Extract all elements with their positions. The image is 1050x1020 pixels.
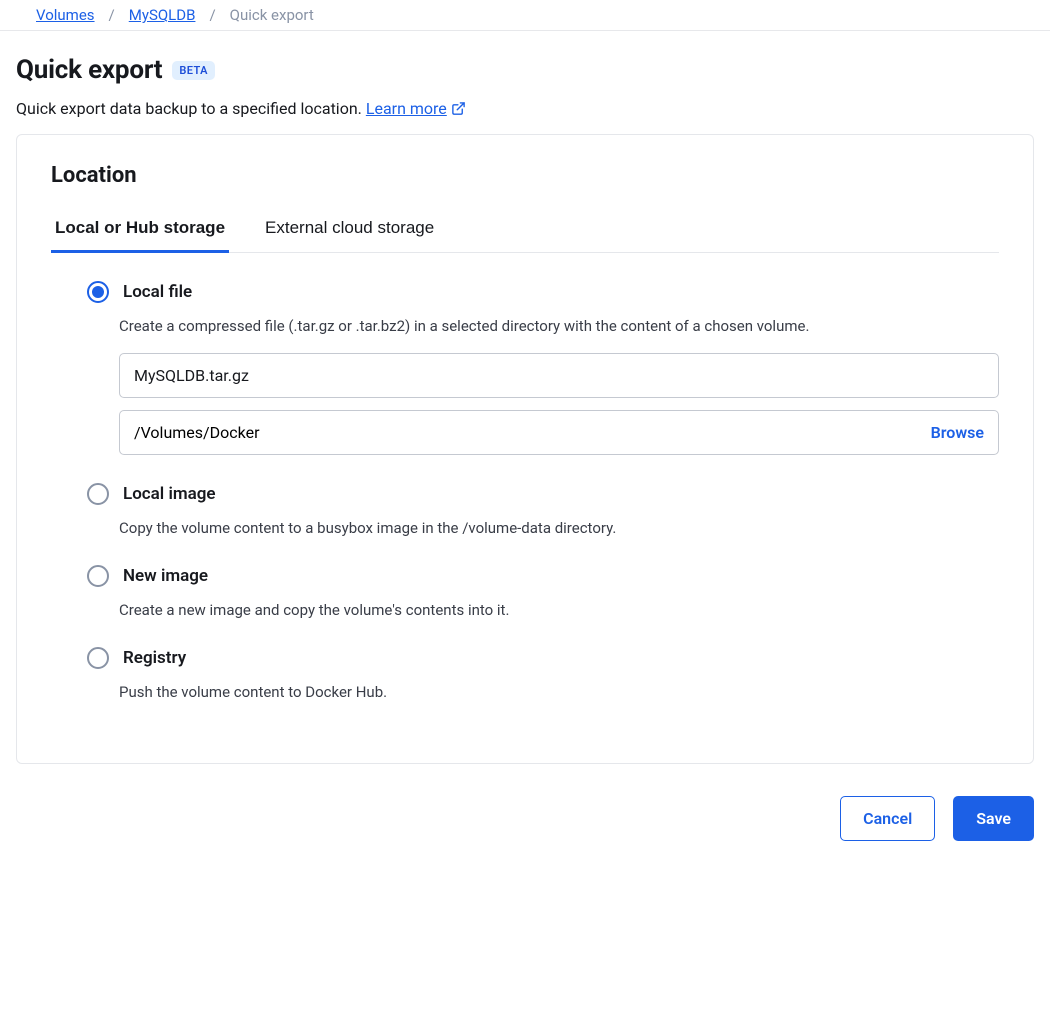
option-description: Copy the volume content to a busybox ima… xyxy=(119,519,999,537)
breadcrumb-link-mysqldb[interactable]: MySQLDB xyxy=(129,6,196,24)
page-header: Quick export BETA Quick export data back… xyxy=(0,31,1050,134)
path-input-group: Browse xyxy=(119,410,999,455)
option-local-image: Local image Copy the volume content to a… xyxy=(87,483,999,537)
browse-button[interactable]: Browse xyxy=(931,423,984,442)
cancel-button[interactable]: Cancel xyxy=(840,796,935,841)
save-button[interactable]: Save xyxy=(953,796,1034,841)
option-title: Local image xyxy=(123,484,216,504)
tab-local-hub[interactable]: Local or Hub storage xyxy=(51,210,229,253)
radio-icon xyxy=(87,565,109,587)
learn-more-link[interactable]: Learn more xyxy=(366,99,466,118)
option-title: New image xyxy=(123,566,208,586)
radio-icon xyxy=(87,281,109,303)
location-card: Location Local or Hub storage External c… xyxy=(16,134,1034,764)
option-new-image: New image Create a new image and copy th… xyxy=(87,565,999,619)
radio-icon xyxy=(87,483,109,505)
option-title: Local file xyxy=(123,282,192,302)
radio-registry[interactable]: Registry xyxy=(87,647,999,669)
radio-icon xyxy=(87,647,109,669)
breadcrumb-separator: / xyxy=(107,6,117,24)
tab-external-cloud[interactable]: External cloud storage xyxy=(261,210,438,253)
options-list: Local file Create a compressed file (.ta… xyxy=(51,281,999,701)
footer-actions: Cancel Save xyxy=(0,784,1050,861)
filename-input[interactable] xyxy=(119,353,999,398)
breadcrumb-current: Quick export xyxy=(230,6,314,24)
option-registry: Registry Push the volume content to Dock… xyxy=(87,647,999,701)
option-description: Create a compressed file (.tar.gz or .ta… xyxy=(119,317,999,335)
breadcrumb-link-volumes[interactable]: Volumes xyxy=(36,6,95,24)
page-subtitle: Quick export data backup to a specified … xyxy=(16,99,1034,118)
beta-badge: BETA xyxy=(172,61,214,80)
breadcrumb-separator: / xyxy=(207,6,217,24)
tabs: Local or Hub storage External cloud stor… xyxy=(51,210,999,253)
option-title: Registry xyxy=(123,648,186,668)
option-description: Push the volume content to Docker Hub. xyxy=(119,683,999,701)
radio-local-file[interactable]: Local file xyxy=(87,281,999,303)
card-title: Location xyxy=(51,163,999,188)
breadcrumb: Volumes / MySQLDB / Quick export xyxy=(0,0,1050,31)
option-description: Create a new image and copy the volume's… xyxy=(119,601,999,619)
radio-new-image[interactable]: New image xyxy=(87,565,999,587)
page-title: Quick export xyxy=(16,55,162,85)
external-link-icon xyxy=(451,101,466,116)
path-input[interactable] xyxy=(120,411,931,454)
radio-local-image[interactable]: Local image xyxy=(87,483,999,505)
option-local-file: Local file Create a compressed file (.ta… xyxy=(87,281,999,455)
